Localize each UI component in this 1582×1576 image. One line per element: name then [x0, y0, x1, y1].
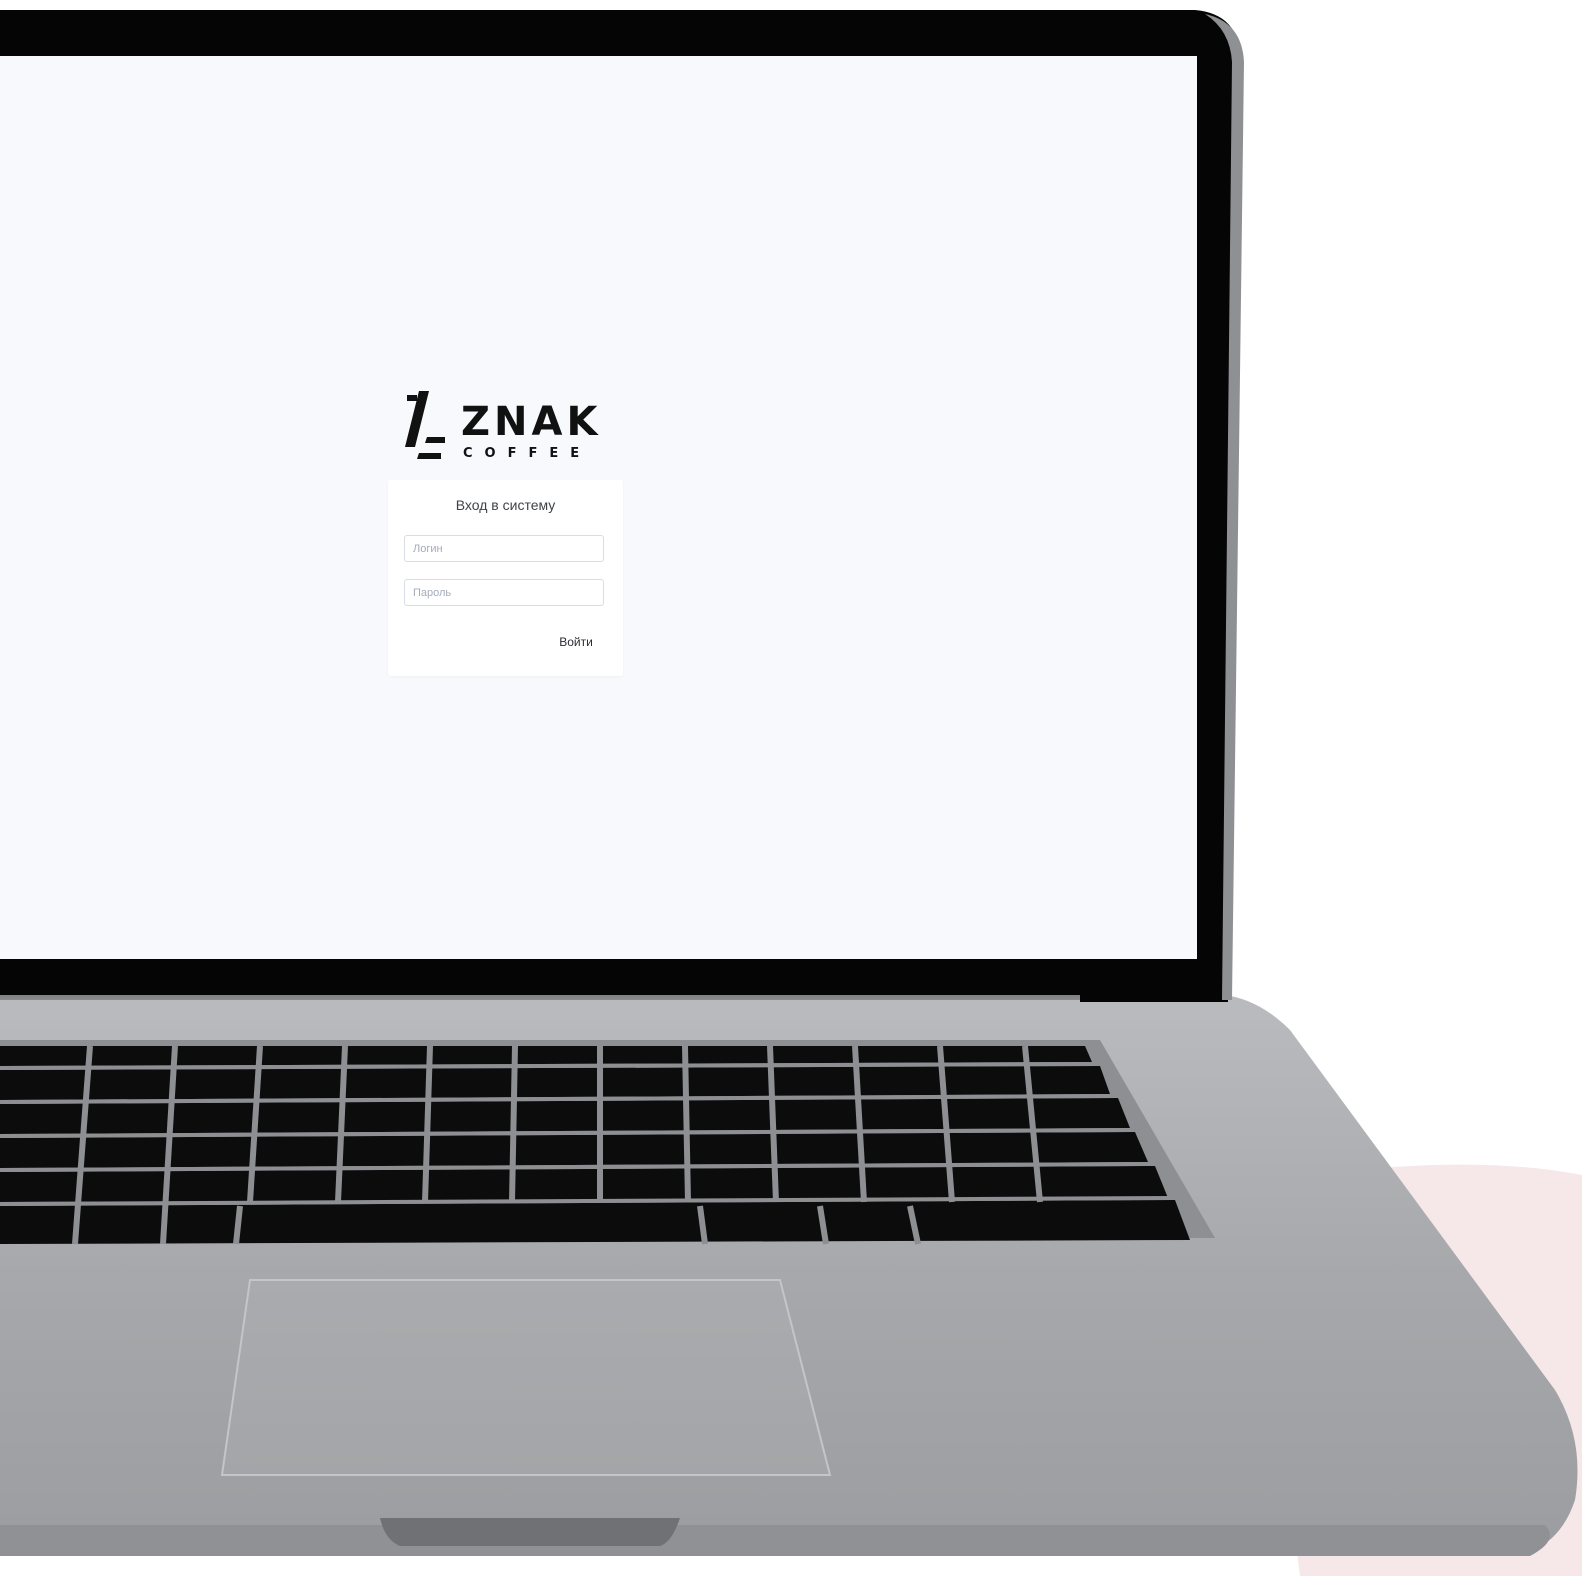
laptop-front-notch — [380, 1518, 680, 1546]
login-button[interactable]: Войти — [546, 630, 606, 654]
login-title: Вход в систему — [455, 497, 556, 513]
login-card: Вход в систему Войти — [388, 480, 623, 676]
screen-content: ZNAK COFFEE Вход в систему Войти — [0, 56, 1197, 959]
keyboard-keys — [0, 1046, 1190, 1244]
laptop-base-edge — [0, 1525, 1550, 1556]
password-input[interactable] — [404, 579, 604, 606]
trackpad — [220, 1279, 832, 1476]
logo-brand-text: ZNAK — [461, 399, 601, 445]
login-input[interactable] — [404, 535, 604, 562]
z-mark-icon — [405, 391, 445, 459]
logo-subtitle-text: COFFEE — [463, 446, 591, 461]
photo-stage: ZNAK COFFEE Вход в систему Войти — [0, 0, 1582, 1576]
znak-coffee-logo: ZNAK COFFEE — [405, 391, 601, 461]
